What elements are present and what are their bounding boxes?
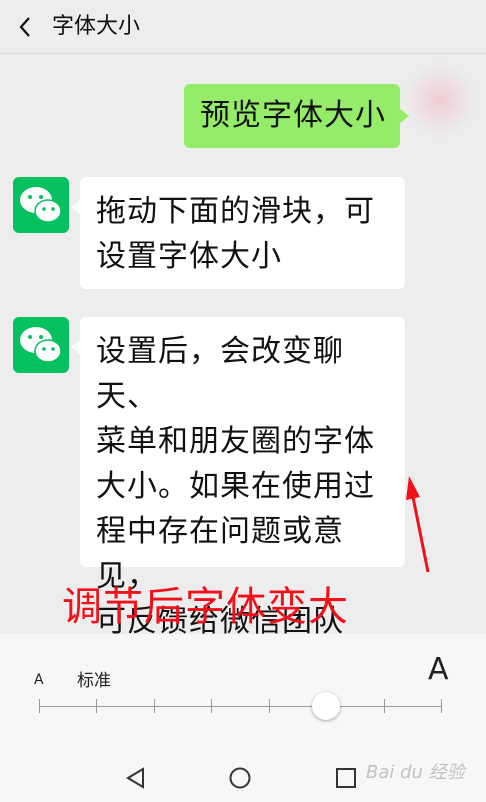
annotation-text: 调节后字体变大 xyxy=(62,584,349,630)
wechat-avatar xyxy=(13,317,69,373)
slider-tick[interactable] xyxy=(269,699,270,713)
watermark: Bai du 经验 xyxy=(366,762,465,783)
slider-tick[interactable] xyxy=(211,699,212,713)
nav-recents-icon[interactable] xyxy=(334,766,358,790)
font-size-slider-thumb[interactable] xyxy=(312,692,340,720)
nav-header: 字体大小 xyxy=(0,0,486,54)
font-size-panel xyxy=(0,634,486,754)
large-font-label: A xyxy=(428,652,449,687)
slider-tick[interactable] xyxy=(154,699,155,713)
nav-home-icon[interactable] xyxy=(228,766,252,790)
user-avatar xyxy=(410,60,470,140)
small-font-label: A xyxy=(34,672,44,688)
slider-tick[interactable] xyxy=(39,699,40,713)
slider-tick[interactable] xyxy=(384,699,385,713)
slider-tick[interactable] xyxy=(441,699,442,713)
annotation-arrow-icon xyxy=(406,476,430,573)
wechat-avatar xyxy=(13,177,69,233)
wechat-logo-icon xyxy=(20,187,62,223)
font-size-slider-track[interactable] xyxy=(39,706,441,707)
slider-tick[interactable] xyxy=(96,699,97,713)
drag-hint-bubble: 拖动下面的滑块，可 设置字体大小 xyxy=(71,177,405,289)
nav-back-icon[interactable] xyxy=(124,766,148,790)
standard-label: 标准 xyxy=(77,671,111,691)
preview-bubble: 预览字体大小 xyxy=(184,84,409,148)
page-title: 字体大小 xyxy=(52,14,141,39)
wechat-logo-icon xyxy=(20,327,62,363)
back-chevron-icon[interactable] xyxy=(16,14,36,40)
info-bubble: 设置后，会改变聊天、 菜单和朋友圈的字体 大小。如果在使用过 程中存在问题或意见… xyxy=(71,317,405,639)
